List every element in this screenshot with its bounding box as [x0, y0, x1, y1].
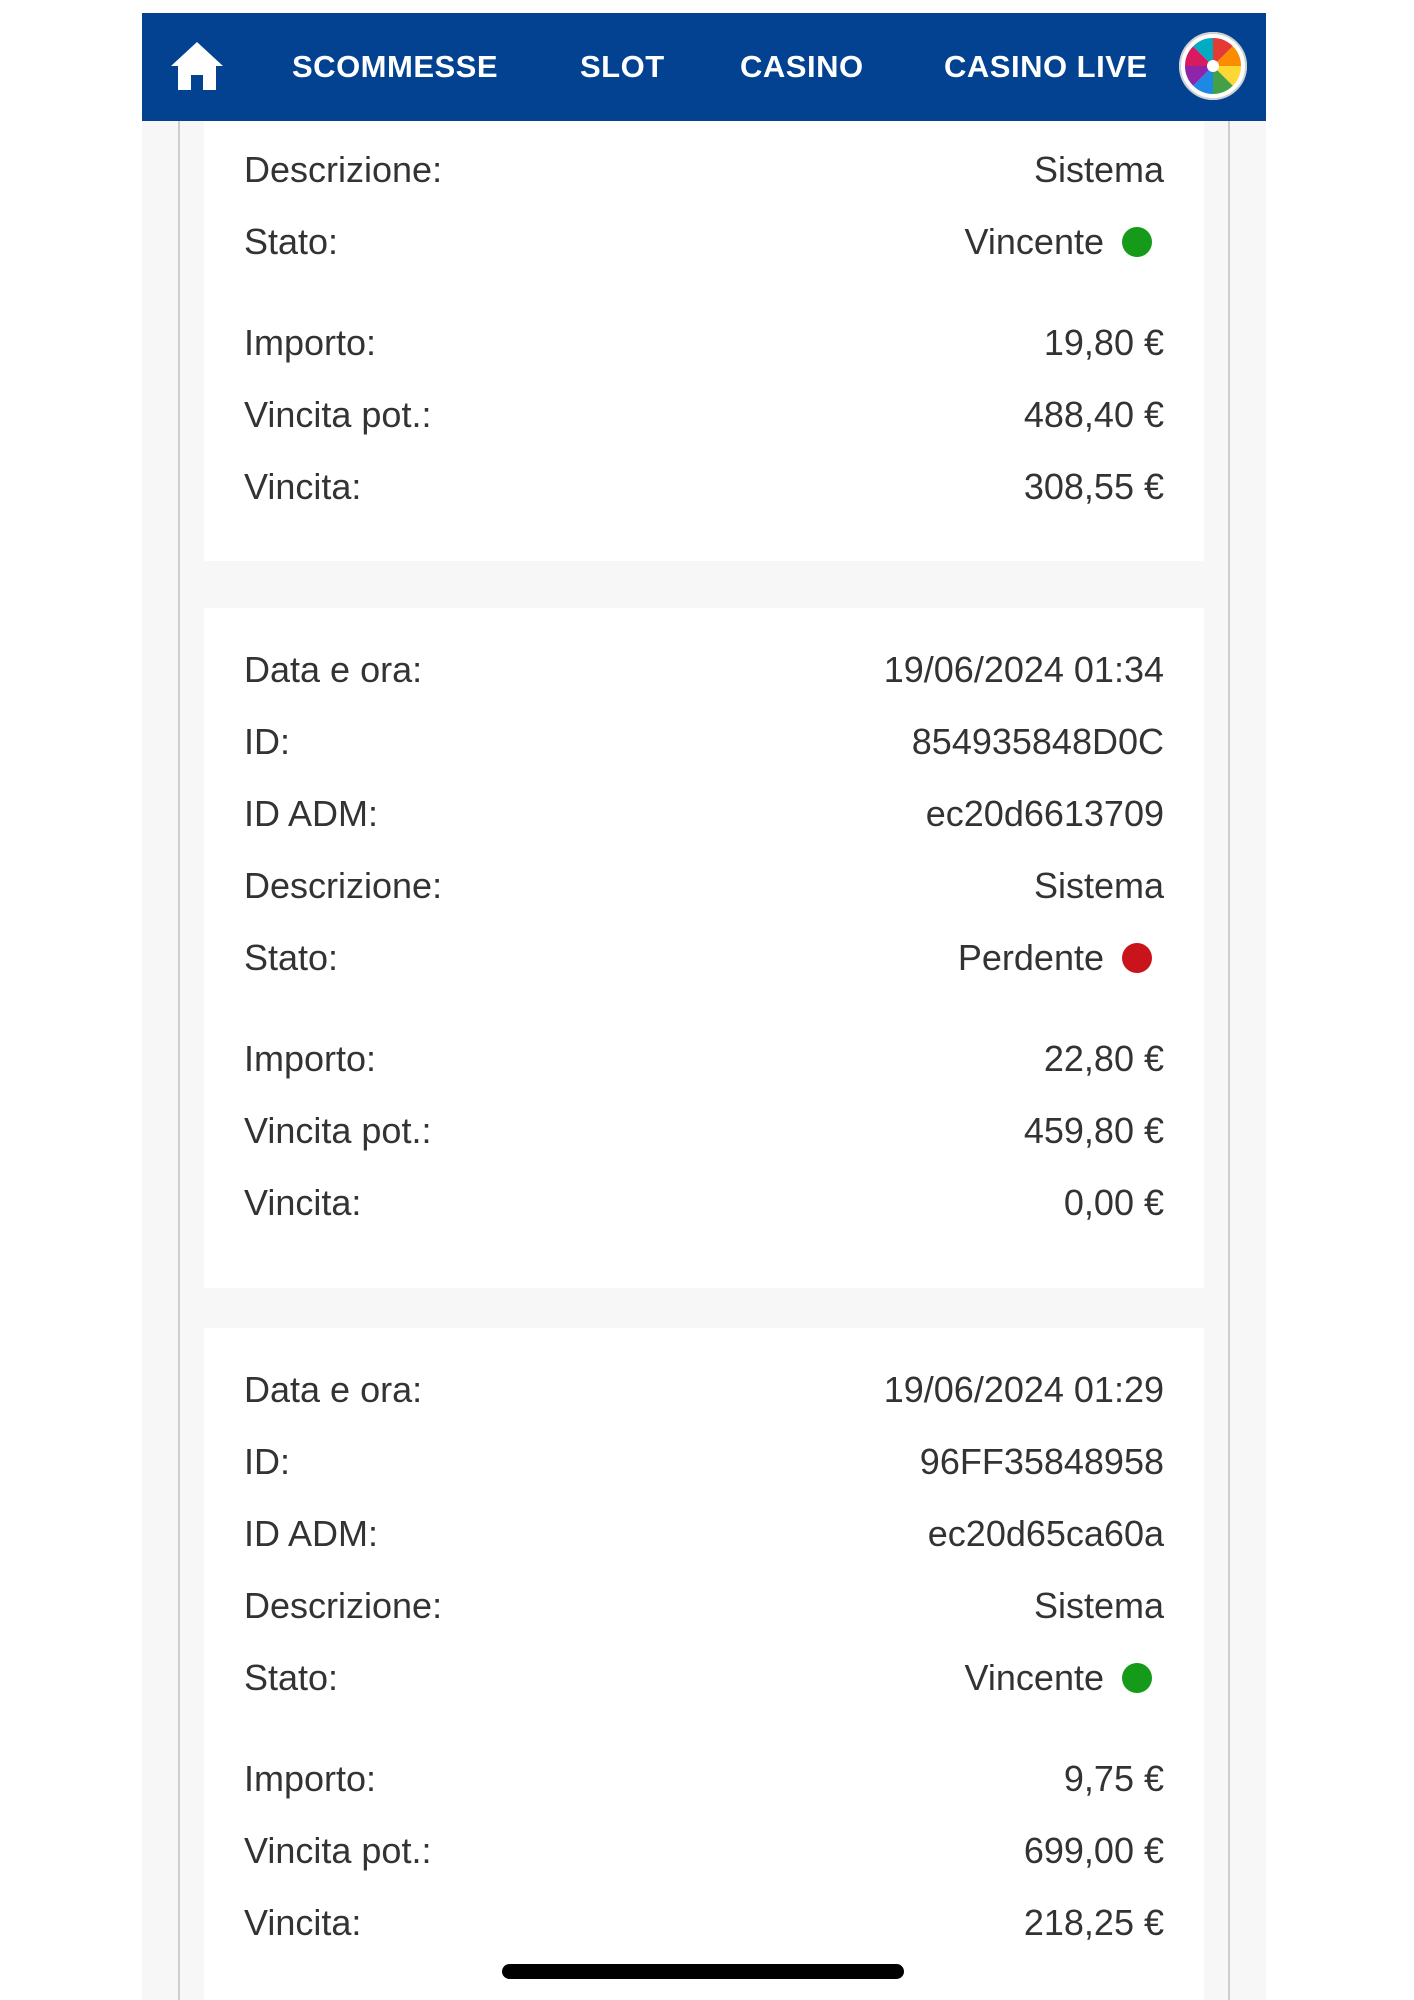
row-value: ec20d6613709	[925, 793, 1164, 834]
nav-scommesse[interactable]: SCOMMESSE	[292, 13, 498, 121]
row-value: 96FF35848958	[919, 1441, 1164, 1482]
row-value: 19,80 €	[1043, 322, 1164, 363]
potential-win-row: Vincita pot.: 488,40 €	[244, 393, 1164, 437]
id-row: ID: 854935848D0C	[244, 720, 1164, 764]
row-label: Vincita pot.:	[244, 394, 432, 435]
potential-win-row: Vincita pot.: 699,00 €	[244, 1829, 1164, 1873]
row-value: 854935848D0C	[911, 721, 1164, 762]
row-label: Descrizione:	[244, 149, 443, 190]
row-value: Sistema	[1033, 149, 1164, 190]
status-text: Vincente	[964, 1657, 1104, 1698]
colorful-wheel-icon[interactable]	[1178, 31, 1248, 101]
status-row: Stato: Vincente	[244, 1656, 1164, 1700]
status-dot-green-icon	[1122, 1663, 1152, 1693]
potential-win-row: Vincita pot.: 459,80 €	[244, 1109, 1164, 1153]
row-value: Sistema	[1033, 1585, 1164, 1626]
amount-row: Importo: 22,80 €	[244, 1037, 1164, 1081]
bet-history-list: Descrizione: Sistema Stato: Vincente Imp…	[178, 121, 1230, 2000]
row-value: Sistema	[1033, 865, 1164, 906]
home-button[interactable]	[166, 35, 228, 97]
row-label: Vincita:	[244, 1182, 362, 1223]
description-row: Descrizione: Sistema	[244, 864, 1164, 908]
nav-slot[interactable]: SLOT	[580, 13, 665, 121]
row-value: 9,75 €	[1063, 1758, 1164, 1799]
row-label: Vincita pot.:	[244, 1830, 432, 1871]
status-dot-red-icon	[1122, 943, 1152, 973]
row-value: 19/06/2024 01:34	[883, 649, 1164, 690]
row-label: Stato:	[244, 937, 339, 978]
row-value: 308,55 €	[1023, 466, 1164, 507]
row-value: 19/06/2024 01:29	[883, 1369, 1164, 1410]
status-dot-green-icon	[1122, 227, 1152, 257]
row-label: Importo:	[244, 1038, 377, 1079]
status-text: Perdente	[957, 937, 1104, 978]
bet-card: Descrizione: Sistema Stato: Vincente Imp…	[204, 121, 1204, 561]
datetime-row: Data e ora: 19/06/2024 01:34	[244, 648, 1164, 692]
row-label: Vincita:	[244, 1902, 362, 1943]
top-navbar: SCOMMESSE SLOT CASINO CASINO LIVE	[142, 13, 1266, 121]
status-value: Perdente	[958, 937, 1164, 979]
datetime-row: Data e ora: 19/06/2024 01:29	[244, 1368, 1164, 1412]
amount-row: Importo: 19,80 €	[244, 321, 1164, 365]
row-label: Vincita:	[244, 466, 362, 507]
row-label: Descrizione:	[244, 1585, 443, 1626]
row-label: Importo:	[244, 1758, 377, 1799]
row-label: ID ADM:	[244, 1513, 379, 1554]
row-value: 699,00 €	[1023, 1830, 1164, 1871]
row-label: Stato:	[244, 221, 339, 262]
home-icon	[171, 42, 223, 90]
status-row: Stato: Vincente	[244, 220, 1164, 264]
row-value: 0,00 €	[1063, 1182, 1164, 1223]
status-value: Vincente	[965, 1657, 1164, 1699]
row-value: 488,40 €	[1023, 394, 1164, 435]
win-row: Vincita: 0,00 €	[244, 1181, 1164, 1225]
description-row: Descrizione: Sistema	[244, 148, 1164, 192]
row-label: Descrizione:	[244, 865, 443, 906]
id-row: ID: 96FF35848958	[244, 1440, 1164, 1484]
row-label: Importo:	[244, 322, 377, 363]
row-value: ec20d65ca60a	[927, 1513, 1164, 1554]
id-adm-row: ID ADM: ec20d6613709	[244, 792, 1164, 836]
nav-casino-live[interactable]: CASINO LIVE	[944, 13, 1150, 121]
row-label: ID:	[244, 1441, 291, 1482]
bet-card: Data e ora: 19/06/2024 01:29 ID: 96FF358…	[204, 1328, 1204, 2000]
description-row: Descrizione: Sistema	[244, 1584, 1164, 1628]
id-adm-row: ID ADM: ec20d65ca60a	[244, 1512, 1164, 1556]
row-label: ID:	[244, 721, 291, 762]
bet-card: Data e ora: 19/06/2024 01:34 ID: 8549358…	[204, 608, 1204, 1288]
home-indicator-bar[interactable]	[502, 1964, 904, 1979]
status-value: Vincente	[965, 221, 1164, 263]
status-row: Stato: Perdente	[244, 936, 1164, 980]
phone-viewport: SCOMMESSE SLOT CASINO CASINO LIVE Descri…	[142, 13, 1266, 2000]
row-label: Stato:	[244, 1657, 339, 1698]
row-label: ID ADM:	[244, 793, 379, 834]
status-text: Vincente	[964, 221, 1104, 262]
row-label: Data e ora:	[244, 649, 423, 690]
win-row: Vincita: 218,25 €	[244, 1901, 1164, 1945]
row-value: 459,80 €	[1023, 1110, 1164, 1151]
row-label: Vincita pot.:	[244, 1110, 432, 1151]
amount-row: Importo: 9,75 €	[244, 1757, 1164, 1801]
win-row: Vincita: 308,55 €	[244, 465, 1164, 509]
row-value: 22,80 €	[1043, 1038, 1164, 1079]
row-label: Data e ora:	[244, 1369, 423, 1410]
nav-casino[interactable]: CASINO	[740, 13, 864, 121]
row-value: 218,25 €	[1023, 1902, 1164, 1943]
